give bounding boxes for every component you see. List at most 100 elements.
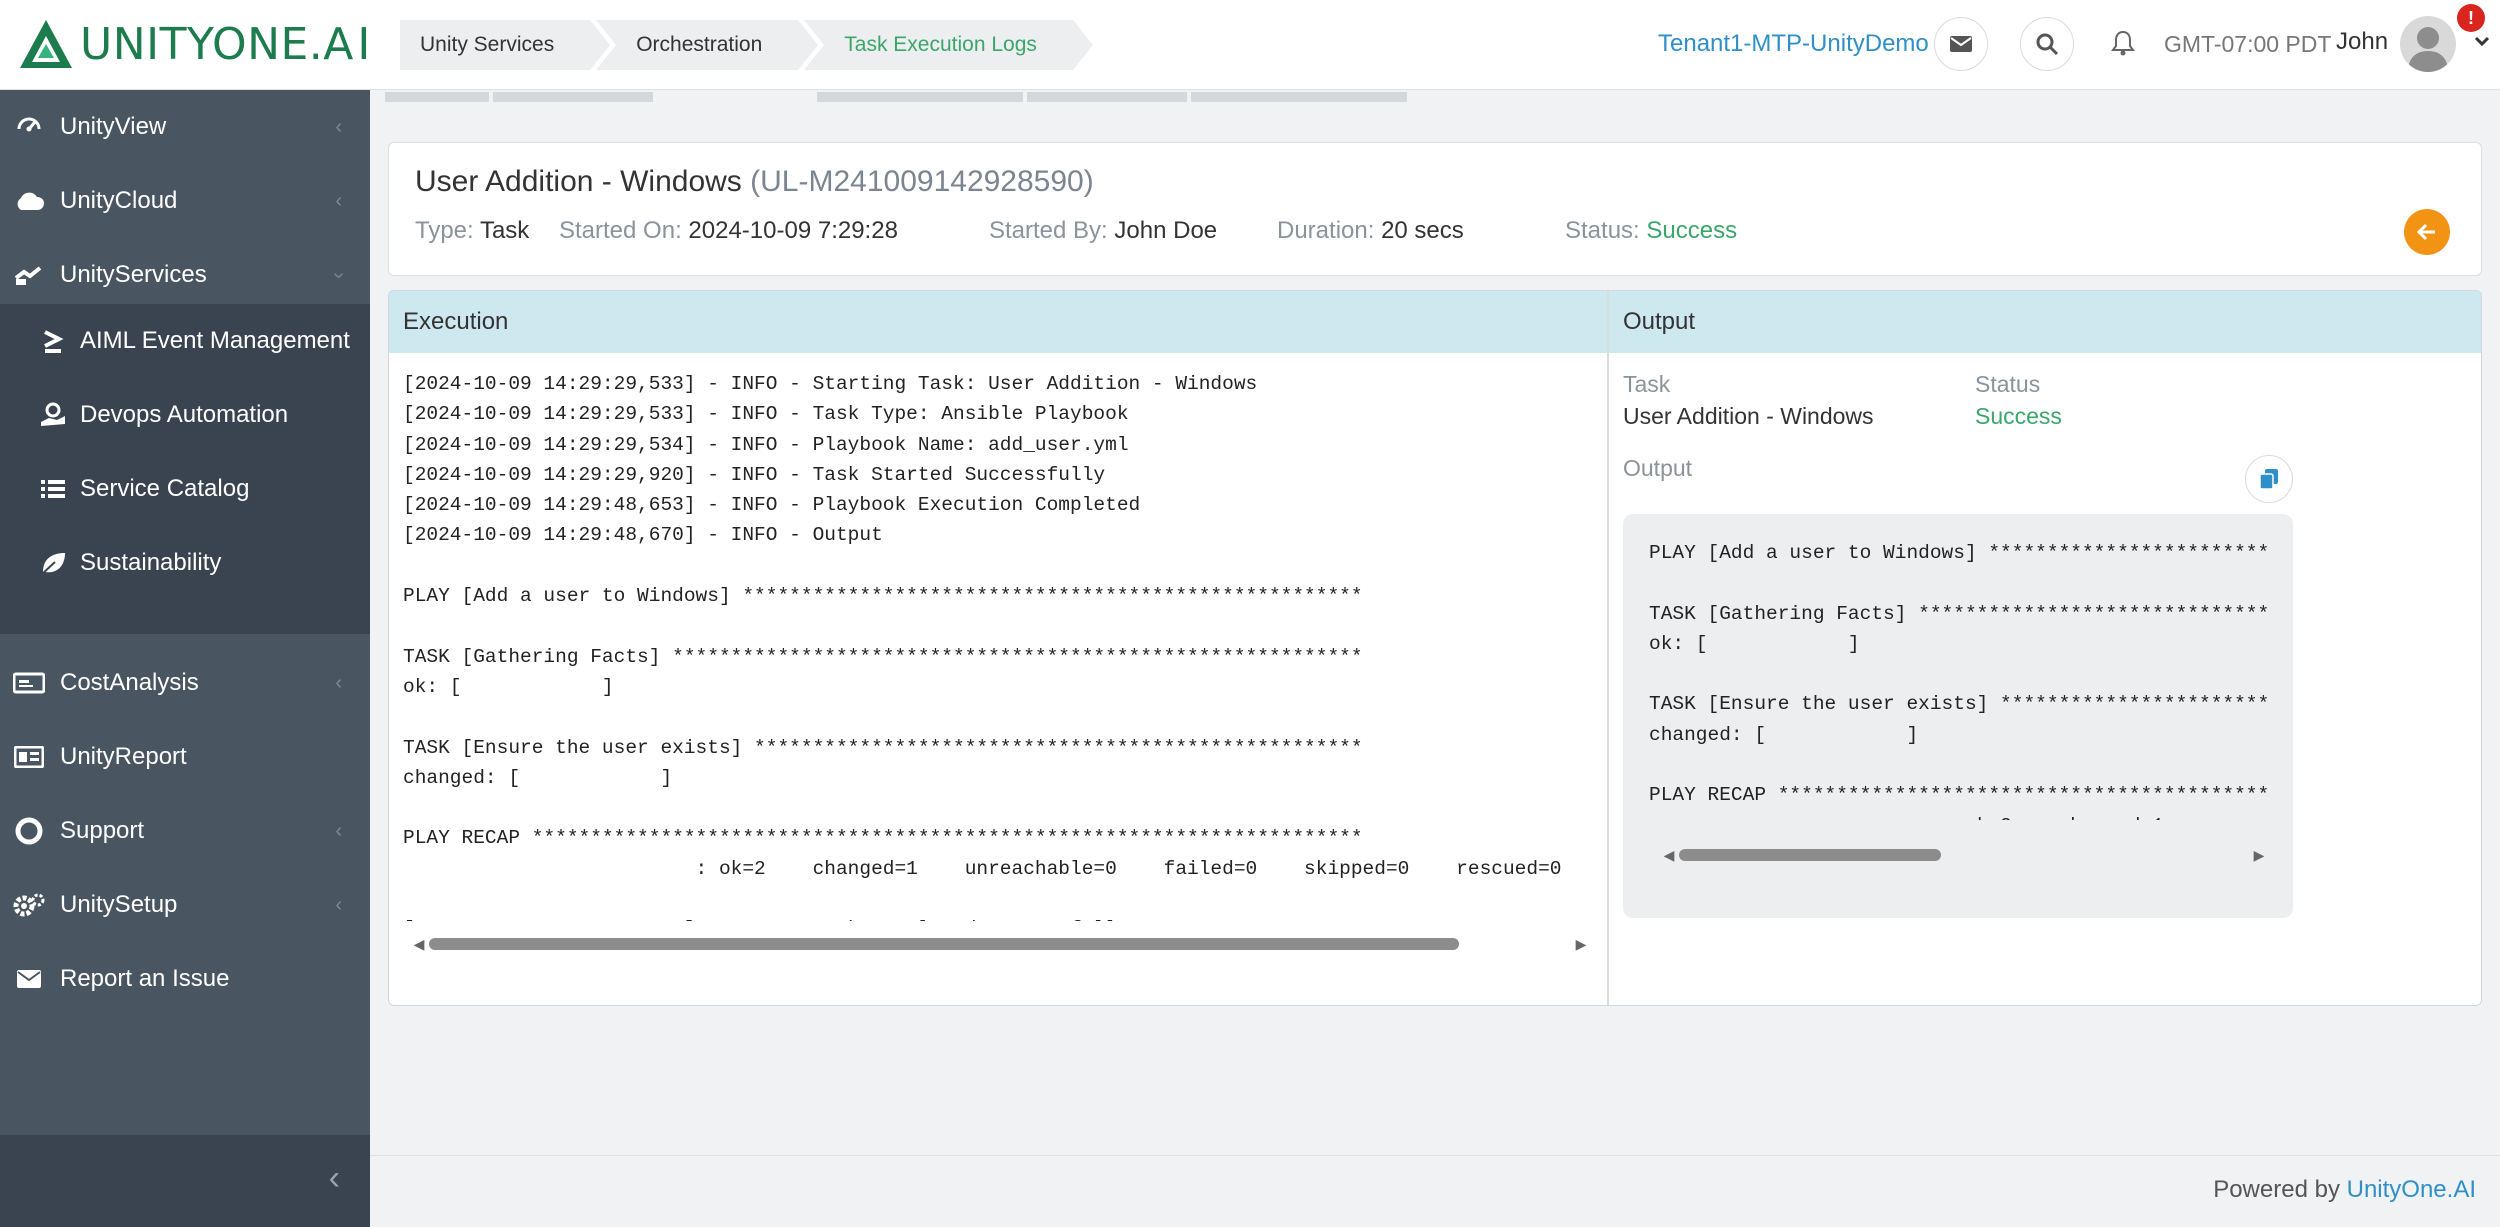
unityview-icon: [12, 112, 46, 142]
tab-placeholder[interactable]: [1191, 92, 1407, 102]
footer-link[interactable]: UnityOne.AI: [2347, 1176, 2476, 1203]
cloud-icon: [12, 186, 46, 216]
output-label: Output: [1623, 455, 1693, 481]
top-bar: UNITYONE.AI Unity Services Orchestration…: [0, 0, 2500, 90]
sidebar-footer: ‹: [0, 1135, 370, 1227]
breadcrumb-unity-services[interactable]: Unity Services: [400, 20, 611, 70]
devops-icon: [36, 400, 70, 430]
messages-button[interactable]: [1934, 17, 1988, 71]
cogs-icon: [12, 890, 46, 920]
copy-button[interactable]: [2245, 455, 2293, 503]
collapse-sidebar-icon[interactable]: ‹: [329, 1159, 340, 1198]
timezone-label: GMT-07:00 PDT: [2164, 31, 2332, 57]
sidebar-item-sustainability[interactable]: Sustainability: [0, 526, 370, 600]
sidebar-item-support[interactable]: Support ‹: [0, 794, 370, 868]
output-task-value: User Addition - Windows: [1623, 403, 1874, 429]
execution-scrollbar[interactable]: ◀ ▶: [409, 933, 1591, 955]
chevron-left-icon: ‹: [335, 189, 342, 212]
sidebar-item-costanalysis[interactable]: CostAnalysis ‹: [0, 646, 370, 720]
logo-icon: [20, 20, 72, 68]
output-box: PLAY [Add a user to Windows] ***********…: [1623, 514, 2293, 918]
sidebar-item-service-catalog[interactable]: Service Catalog: [0, 452, 370, 526]
panel-divider: [1607, 291, 1609, 1005]
sidebar-item-label: Support: [60, 817, 145, 844]
user-name[interactable]: John: [2336, 28, 2388, 56]
execution-output-panel: Execution Output [2024-10-09 14:29:29,53…: [388, 290, 2482, 1006]
arrow-left-icon: [2416, 223, 2435, 241]
scrollbar-track[interactable]: [1679, 849, 2249, 861]
scroll-right-icon[interactable]: ▶: [1571, 933, 1591, 955]
meta-label: Status:: [1565, 217, 1640, 244]
sidebar-item-report-an-issue[interactable]: Report an Issue: [0, 942, 370, 1016]
sidebar-item-label: UnityServices: [60, 261, 207, 288]
notification-badge[interactable]: !: [2457, 4, 2485, 32]
output-scrollbar[interactable]: ◀ ▶: [1659, 844, 2269, 866]
meta-duration: Duration: 20 secs: [1277, 217, 1464, 245]
notifications-button[interactable]: [2108, 28, 2138, 58]
sidebar-item-unitycloud[interactable]: UnityCloud ‹: [0, 164, 370, 238]
meta-label: Duration:: [1277, 217, 1375, 244]
sidebar: UnityView ‹ UnityCloud ‹ UnityServices ‹…: [0, 90, 370, 1227]
meta-status: Status: Success: [1565, 217, 1737, 245]
sidebar-item-unityreport[interactable]: UnityReport: [0, 720, 370, 794]
sidebar-item-unityservices[interactable]: UnityServices ‹: [0, 238, 370, 312]
back-button[interactable]: [2404, 209, 2450, 255]
sidebar-item-label: UnityView: [60, 113, 167, 140]
meta-type: Type: Task: [415, 217, 529, 245]
user-menu-chevron-icon[interactable]: [2474, 34, 2490, 52]
tab-placeholder[interactable]: [493, 92, 653, 102]
avatar[interactable]: [2400, 16, 2456, 72]
chevron-left-icon: ‹: [335, 671, 342, 694]
meta-value: 2024-10-09 7:29:28: [688, 217, 898, 244]
footer-prefix: Powered by: [2213, 1176, 2347, 1203]
envelope-icon: [12, 964, 46, 994]
execution-log[interactable]: [2024-10-09 14:29:29,533] - INFO - Start…: [403, 369, 1599, 921]
services-icon: [12, 260, 46, 290]
scrollbar-track[interactable]: [429, 938, 1571, 950]
money-icon: [12, 668, 46, 698]
search-button[interactable]: [2020, 17, 2074, 71]
sidebar-item-aiml-event-management[interactable]: AIML Event Management: [0, 304, 370, 378]
chevron-left-icon: ‹: [335, 893, 342, 916]
meta-value: 20 secs: [1381, 217, 1464, 244]
sidebar-item-unitysetup[interactable]: UnitySetup ‹: [0, 868, 370, 942]
output-task-label: Task: [1623, 371, 1671, 397]
sidebar-submenu-unityservices: AIML Event Management Devops Automation …: [0, 304, 370, 634]
execution-header: Execution: [389, 291, 1607, 353]
sidebar-item-label: UnitySetup: [60, 891, 178, 918]
tab-placeholder[interactable]: [385, 92, 489, 102]
scrollbar-thumb[interactable]: [429, 938, 1459, 950]
chevron-left-icon: ‹: [335, 819, 342, 842]
bell-icon: [2111, 30, 2135, 56]
aiml-icon: [36, 326, 70, 356]
scroll-left-icon[interactable]: ◀: [1659, 844, 1679, 866]
sidebar-item-label: AIML Event Management: [80, 327, 350, 354]
tab-placeholder[interactable]: [817, 92, 1023, 102]
tab-placeholder[interactable]: [1027, 92, 1187, 102]
meta-value: Task: [479, 217, 530, 244]
lifebuoy-icon: [12, 816, 46, 846]
breadcrumb: Unity Services Orchestration Task Execut…: [400, 20, 1093, 70]
sidebar-item-label: Devops Automation: [80, 401, 289, 428]
footer-text: Powered by UnityOne.AI: [2213, 1176, 2476, 1204]
sidebar-item-label: UnityReport: [60, 743, 187, 770]
output-header: Output: [1609, 291, 2481, 353]
search-icon: [2036, 33, 2059, 56]
sidebar-item-label: Sustainability: [80, 549, 222, 576]
output-text[interactable]: PLAY [Add a user to Windows] ***********…: [1649, 538, 2269, 820]
task-header-card: User Addition - Windows (UL-M24100914292…: [388, 142, 2482, 276]
scroll-right-icon[interactable]: ▶: [2249, 844, 2269, 866]
sidebar-item-label: UnityCloud: [60, 187, 178, 214]
breadcrumb-task-execution-logs: Task Execution Logs: [804, 20, 1093, 70]
breadcrumb-orchestration[interactable]: Orchestration: [596, 20, 819, 70]
tenant-link[interactable]: Tenant1-MTP-UnityDemo: [1658, 30, 1929, 58]
sidebar-item-devops-automation[interactable]: Devops Automation: [0, 378, 370, 452]
brand-logo[interactable]: UNITYONE.AI: [18, 14, 374, 74]
scroll-left-icon[interactable]: ◀: [409, 933, 429, 955]
status-badge: Success: [1646, 217, 1738, 244]
scrollbar-thumb[interactable]: [1679, 849, 1941, 861]
report-icon: [12, 742, 46, 772]
copy-icon: [2259, 469, 2278, 490]
sidebar-item-unityview[interactable]: UnityView ‹: [0, 90, 370, 164]
sidebar-item-label: CostAnalysis: [60, 669, 199, 696]
